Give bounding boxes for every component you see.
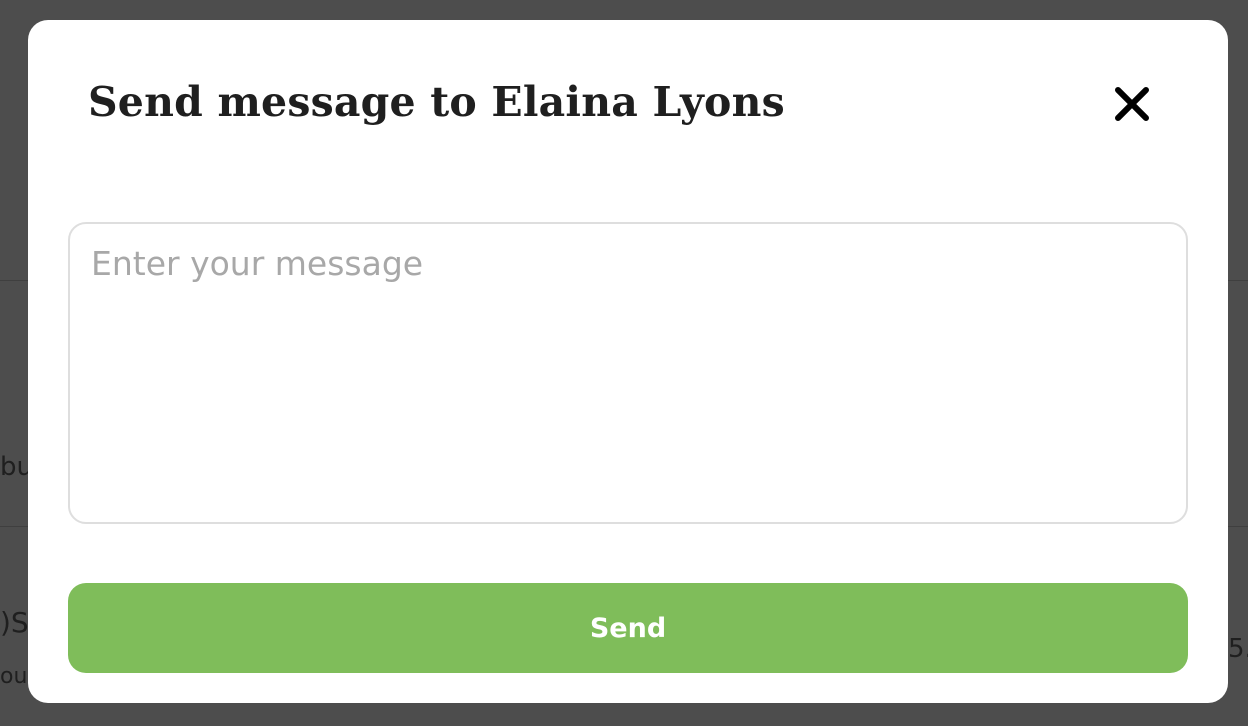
background-divider [1228, 280, 1248, 281]
background-divider [1228, 526, 1248, 527]
background-text: ou [0, 664, 28, 689]
close-button[interactable] [1112, 84, 1152, 124]
send-button[interactable]: Send [68, 583, 1188, 673]
send-message-modal: Send message to Elaina Lyons Send [28, 20, 1228, 703]
background-divider [0, 526, 28, 527]
modal-title: Send message to Elaina Lyons [88, 78, 785, 126]
message-input[interactable] [68, 222, 1188, 524]
background-divider [0, 280, 28, 281]
close-icon [1112, 84, 1152, 124]
background-text: 5. [1228, 634, 1248, 664]
